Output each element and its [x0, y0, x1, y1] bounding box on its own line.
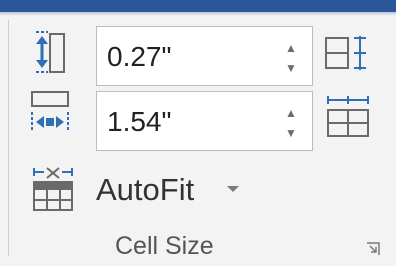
table-row-height-icon — [30, 28, 70, 81]
column-width-spin-buttons: ▲ ▼ — [284, 104, 298, 140]
chevron-down-icon — [227, 186, 239, 192]
column-width-increase-icon[interactable]: ▲ — [284, 106, 298, 120]
distribute-columns-icon[interactable] — [326, 96, 374, 145]
row-height-stepper[interactable]: 0.27" ▲ ▼ — [96, 26, 313, 86]
group-label: Cell Size — [115, 232, 214, 260]
ribbon-top-shadow — [0, 12, 396, 16]
autofit-label: AutoFit — [96, 172, 195, 207]
row-height-spin-buttons: ▲ ▼ — [284, 39, 298, 75]
ribbon-top-bar — [0, 0, 396, 12]
row-height-increase-icon[interactable]: ▲ — [284, 41, 298, 55]
column-width-stepper[interactable]: 1.54" ▲ ▼ — [96, 91, 313, 151]
row-height-decrease-icon[interactable]: ▼ — [284, 61, 298, 75]
dialog-launcher-icon[interactable] — [366, 242, 380, 256]
row-height-value[interactable]: 0.27" — [107, 41, 171, 73]
column-width-value[interactable]: 1.54" — [107, 106, 171, 138]
autofit-button[interactable]: AutoFit — [24, 162, 254, 216]
table-column-width-icon — [28, 88, 76, 141]
distribute-rows-icon[interactable] — [324, 34, 372, 79]
autofit-icon — [32, 166, 84, 219]
column-width-decrease-icon[interactable]: ▼ — [284, 126, 298, 140]
group-separator — [8, 20, 9, 256]
